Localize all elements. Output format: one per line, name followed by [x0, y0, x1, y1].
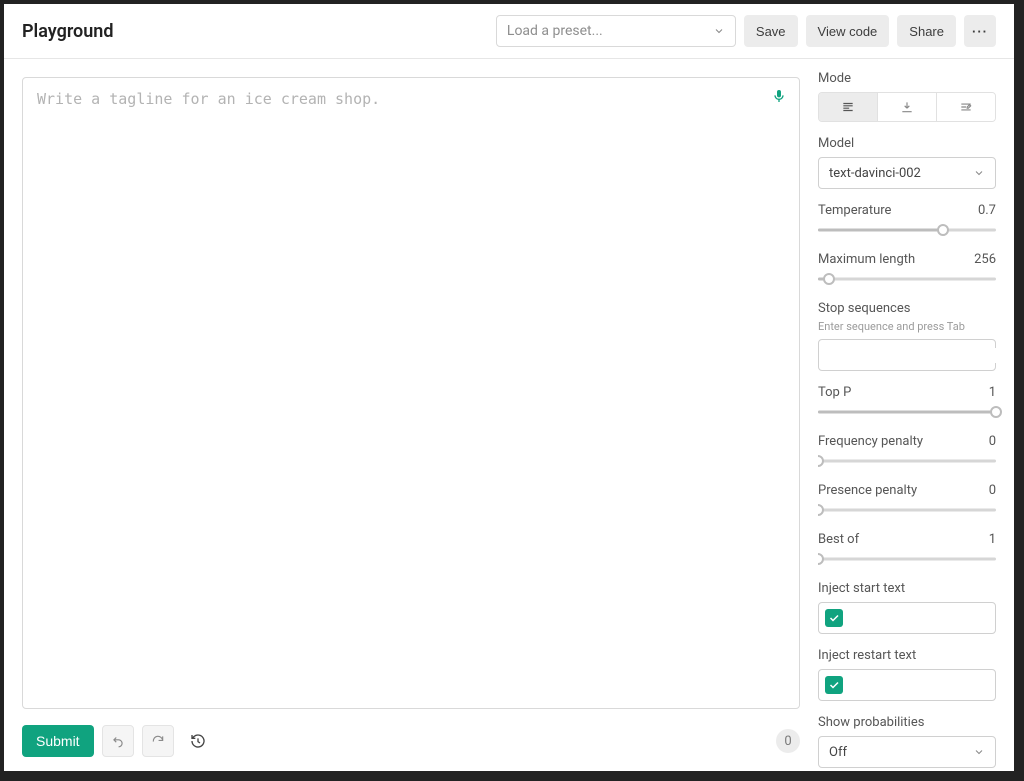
microphone-icon[interactable]	[771, 88, 787, 104]
mode-insert-button[interactable]	[877, 93, 936, 121]
prompt-textarea[interactable]	[37, 90, 757, 696]
showprob-value: Off	[829, 745, 847, 760]
preset-placeholder: Load a preset...	[507, 23, 603, 39]
model-select[interactable]: text-davinci-002	[818, 157, 996, 189]
topp-label: Top P	[818, 385, 851, 400]
mode-toggle	[818, 92, 996, 122]
inject-start-group: Inject start text	[818, 581, 996, 634]
submit-button[interactable]: Submit	[22, 725, 94, 757]
download-icon	[900, 100, 914, 114]
topp-group: Top P 1	[818, 385, 996, 420]
bestof-label: Best of	[818, 532, 859, 547]
model-label: Model	[818, 136, 996, 151]
maxlength-label: Maximum length	[818, 252, 915, 267]
stop-group: Stop sequences Enter sequence and press …	[818, 301, 996, 371]
history-button[interactable]	[182, 725, 214, 757]
showprob-select[interactable]: Off	[818, 736, 996, 768]
editor-footer: Submit 0	[22, 723, 800, 759]
mode-complete-button[interactable]	[819, 93, 877, 121]
undo-button[interactable]	[102, 725, 134, 757]
check-icon	[828, 612, 840, 624]
inject-start-label: Inject start text	[818, 581, 996, 596]
pres-group: Presence penalty 0	[818, 483, 996, 518]
chevron-down-icon	[973, 167, 985, 179]
share-button[interactable]: Share	[897, 15, 956, 47]
page-title: Playground	[22, 21, 113, 42]
model-value: text-davinci-002	[829, 166, 921, 181]
maxlength-group: Maximum length 256	[818, 252, 996, 287]
bestof-value: 1	[989, 532, 996, 547]
pres-value: 0	[989, 483, 996, 498]
stop-input[interactable]	[827, 348, 1003, 363]
header: Playground Load a preset... Save View co…	[4, 4, 1014, 59]
inject-restart-field[interactable]	[818, 669, 996, 701]
stop-label: Stop sequences	[818, 301, 996, 316]
freq-group: Frequency penalty 0	[818, 434, 996, 469]
freq-label: Frequency penalty	[818, 434, 923, 449]
save-button[interactable]: Save	[744, 15, 798, 47]
topp-value: 1	[989, 385, 996, 400]
model-group: Model text-davinci-002	[818, 136, 996, 189]
regenerate-button[interactable]	[142, 725, 174, 757]
view-code-button[interactable]: View code	[806, 15, 890, 47]
inject-restart-checkbox[interactable]	[825, 676, 843, 694]
undo-icon	[111, 734, 125, 748]
temperature-label: Temperature	[818, 203, 891, 218]
more-button[interactable]: ···	[964, 15, 996, 47]
mode-label: Mode	[818, 71, 996, 86]
edit-lines-icon	[959, 100, 973, 114]
paragraph-icon	[841, 100, 855, 114]
refresh-icon	[151, 734, 165, 748]
sidebar: Mode Model text-davinci-002	[818, 59, 1014, 771]
inject-restart-group: Inject restart text	[818, 648, 996, 701]
topp-slider[interactable]	[818, 404, 996, 420]
token-counter: 0	[776, 729, 800, 753]
pres-label: Presence penalty	[818, 483, 917, 498]
pres-slider[interactable]	[818, 502, 996, 518]
preset-select[interactable]: Load a preset...	[496, 15, 736, 47]
history-icon	[190, 733, 206, 749]
main: Submit 0 Mode	[4, 59, 1014, 771]
editor-box	[22, 77, 800, 709]
check-icon	[828, 679, 840, 691]
inject-restart-label: Inject restart text	[818, 648, 996, 663]
stop-input-wrap	[818, 339, 996, 371]
inject-start-field[interactable]	[818, 602, 996, 634]
freq-value: 0	[989, 434, 996, 449]
temperature-value: 0.7	[978, 203, 996, 218]
header-actions: Load a preset... Save View code Share ··…	[496, 15, 996, 47]
ellipsis-icon: ···	[972, 24, 988, 39]
editor-column: Submit 0	[4, 59, 818, 771]
mode-edit-button[interactable]	[936, 93, 995, 121]
bestof-group: Best of 1	[818, 532, 996, 567]
stop-help: Enter sequence and press Tab	[818, 320, 996, 333]
playground-app: Playground Load a preset... Save View co…	[4, 4, 1014, 771]
mode-group: Mode	[818, 71, 996, 122]
maxlength-value: 256	[974, 252, 996, 267]
temperature-slider[interactable]	[818, 222, 996, 238]
inject-start-checkbox[interactable]	[825, 609, 843, 627]
showprob-label: Show probabilities	[818, 715, 996, 730]
maxlength-slider[interactable]	[818, 271, 996, 287]
freq-slider[interactable]	[818, 453, 996, 469]
chevron-down-icon	[973, 746, 985, 758]
bestof-slider[interactable]	[818, 551, 996, 567]
temperature-group: Temperature 0.7	[818, 203, 996, 238]
chevron-down-icon	[713, 25, 725, 37]
showprob-group: Show probabilities Off	[818, 715, 996, 768]
